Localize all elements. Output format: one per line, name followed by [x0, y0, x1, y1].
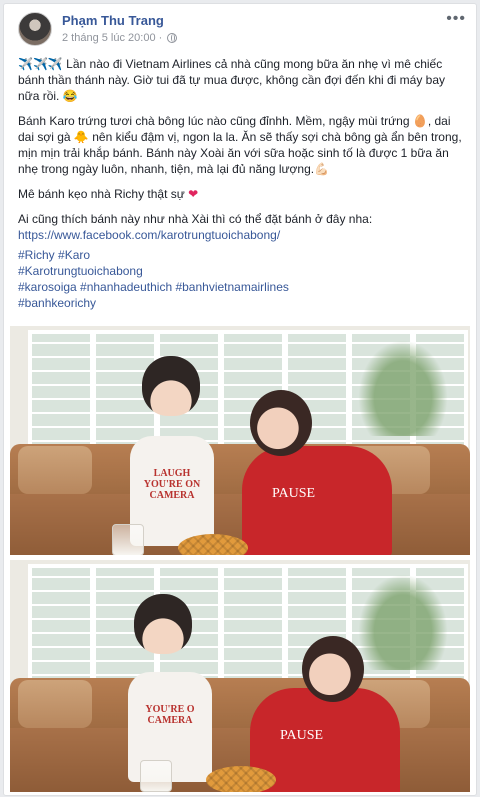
cushion: [18, 446, 92, 494]
hashtag-list: #Richy #Karo #Karotrungtuoichabong #karo…: [18, 247, 462, 311]
paragraph-intro: ✈️✈️✈️ Lần nào đi Vietnam Airlines cả nh…: [18, 56, 462, 104]
laughing-emoji: 😂: [62, 89, 78, 103]
post-photo-2[interactable]: YOU'RE O CAMERA PAUSE: [10, 560, 470, 792]
post-meta: 2 tháng 5 lúc 20:00 ·: [62, 32, 178, 44]
separator-dot: ·: [158, 32, 163, 44]
avatar[interactable]: [18, 12, 52, 46]
paragraph-intro-text: Lần nào đi Vietnam Airlines cả nhà cũng …: [18, 57, 446, 103]
hashtag-line[interactable]: #banhkeorichy: [18, 295, 462, 311]
shirt-text: LAUGH YOU'RE ON CAMERA: [143, 468, 201, 501]
waffle-plate: [178, 534, 248, 555]
post-card: Phạm Thu Trang 2 tháng 5 lúc 20:00 · •••…: [3, 3, 477, 796]
paragraph-richy: Mê bánh kẹo nhà Richy thật sự ❤: [18, 186, 462, 202]
hashtag-line[interactable]: #Richy #Karo: [18, 247, 462, 263]
shirt-text: YOU'RE O CAMERA: [145, 704, 195, 726]
timestamp[interactable]: 2 tháng 5 lúc 20:00: [62, 32, 156, 44]
paragraph-order: Ai cũng thích bánh này như nhà Xài thì c…: [18, 211, 462, 243]
hashtag-line[interactable]: #Karotrungtuoichabong: [18, 263, 462, 279]
trees: [358, 340, 448, 436]
muscle-emoji: 💪🏻: [314, 162, 330, 176]
egg-emoji: 🥚: [412, 114, 428, 128]
description-text-1: Bánh Karo trứng tươi chà bông lúc nào cũ…: [18, 114, 410, 128]
photo-scene: LAUGH YOU'RE ON CAMERA PAUSE: [10, 326, 470, 555]
post-body: ✈️✈️✈️ Lần nào đi Vietnam Airlines cả nh…: [18, 56, 462, 311]
cushion: [18, 680, 92, 728]
woman-shirt-print: PAUSE: [272, 486, 316, 501]
globe-icon: [167, 33, 178, 43]
post-photo-1[interactable]: LAUGH YOU'RE ON CAMERA PAUSE: [10, 326, 470, 555]
trees: [358, 574, 448, 670]
paragraph-description: Bánh Karo trứng tươi chà bông lúc nào cũ…: [18, 113, 462, 177]
woman-head: [250, 390, 312, 456]
waffle-plate: [206, 766, 276, 792]
woman-head: [302, 636, 364, 702]
woman-shirt-print: PAUSE: [280, 728, 324, 743]
richy-text: Mê bánh kẹo nhà Richy thật sự: [18, 187, 185, 201]
facebook-page-link[interactable]: https://www.facebook.com/karotrungtuoich…: [18, 228, 280, 242]
post-header: Phạm Thu Trang 2 tháng 5 lúc 20:00 · •••: [18, 11, 466, 52]
order-text: Ai cũng thích bánh này như nhà Xài thì c…: [18, 212, 373, 226]
boy-shirt-print: YOU'RE O CAMERA: [138, 704, 202, 726]
milk-glass: [112, 524, 144, 555]
author-name[interactable]: Phạm Thu Trang: [62, 13, 164, 28]
boy-head: [134, 594, 192, 654]
photo-scene: YOU'RE O CAMERA PAUSE: [10, 560, 470, 792]
boy-head: [142, 356, 200, 416]
woman-shirt: PAUSE: [242, 446, 392, 555]
heart-icon: ❤: [188, 187, 199, 201]
more-options-icon[interactable]: •••: [446, 11, 466, 27]
boy-shirt-print: LAUGH YOU'RE ON CAMERA: [140, 468, 204, 501]
chick-emoji: 🐥: [73, 130, 89, 144]
milk-glass: [140, 760, 172, 792]
airplane-emoji: ✈️✈️✈️: [18, 57, 63, 71]
hashtag-line[interactable]: #karosoiga #nhanhadeuthich #banhvietnama…: [18, 279, 462, 295]
